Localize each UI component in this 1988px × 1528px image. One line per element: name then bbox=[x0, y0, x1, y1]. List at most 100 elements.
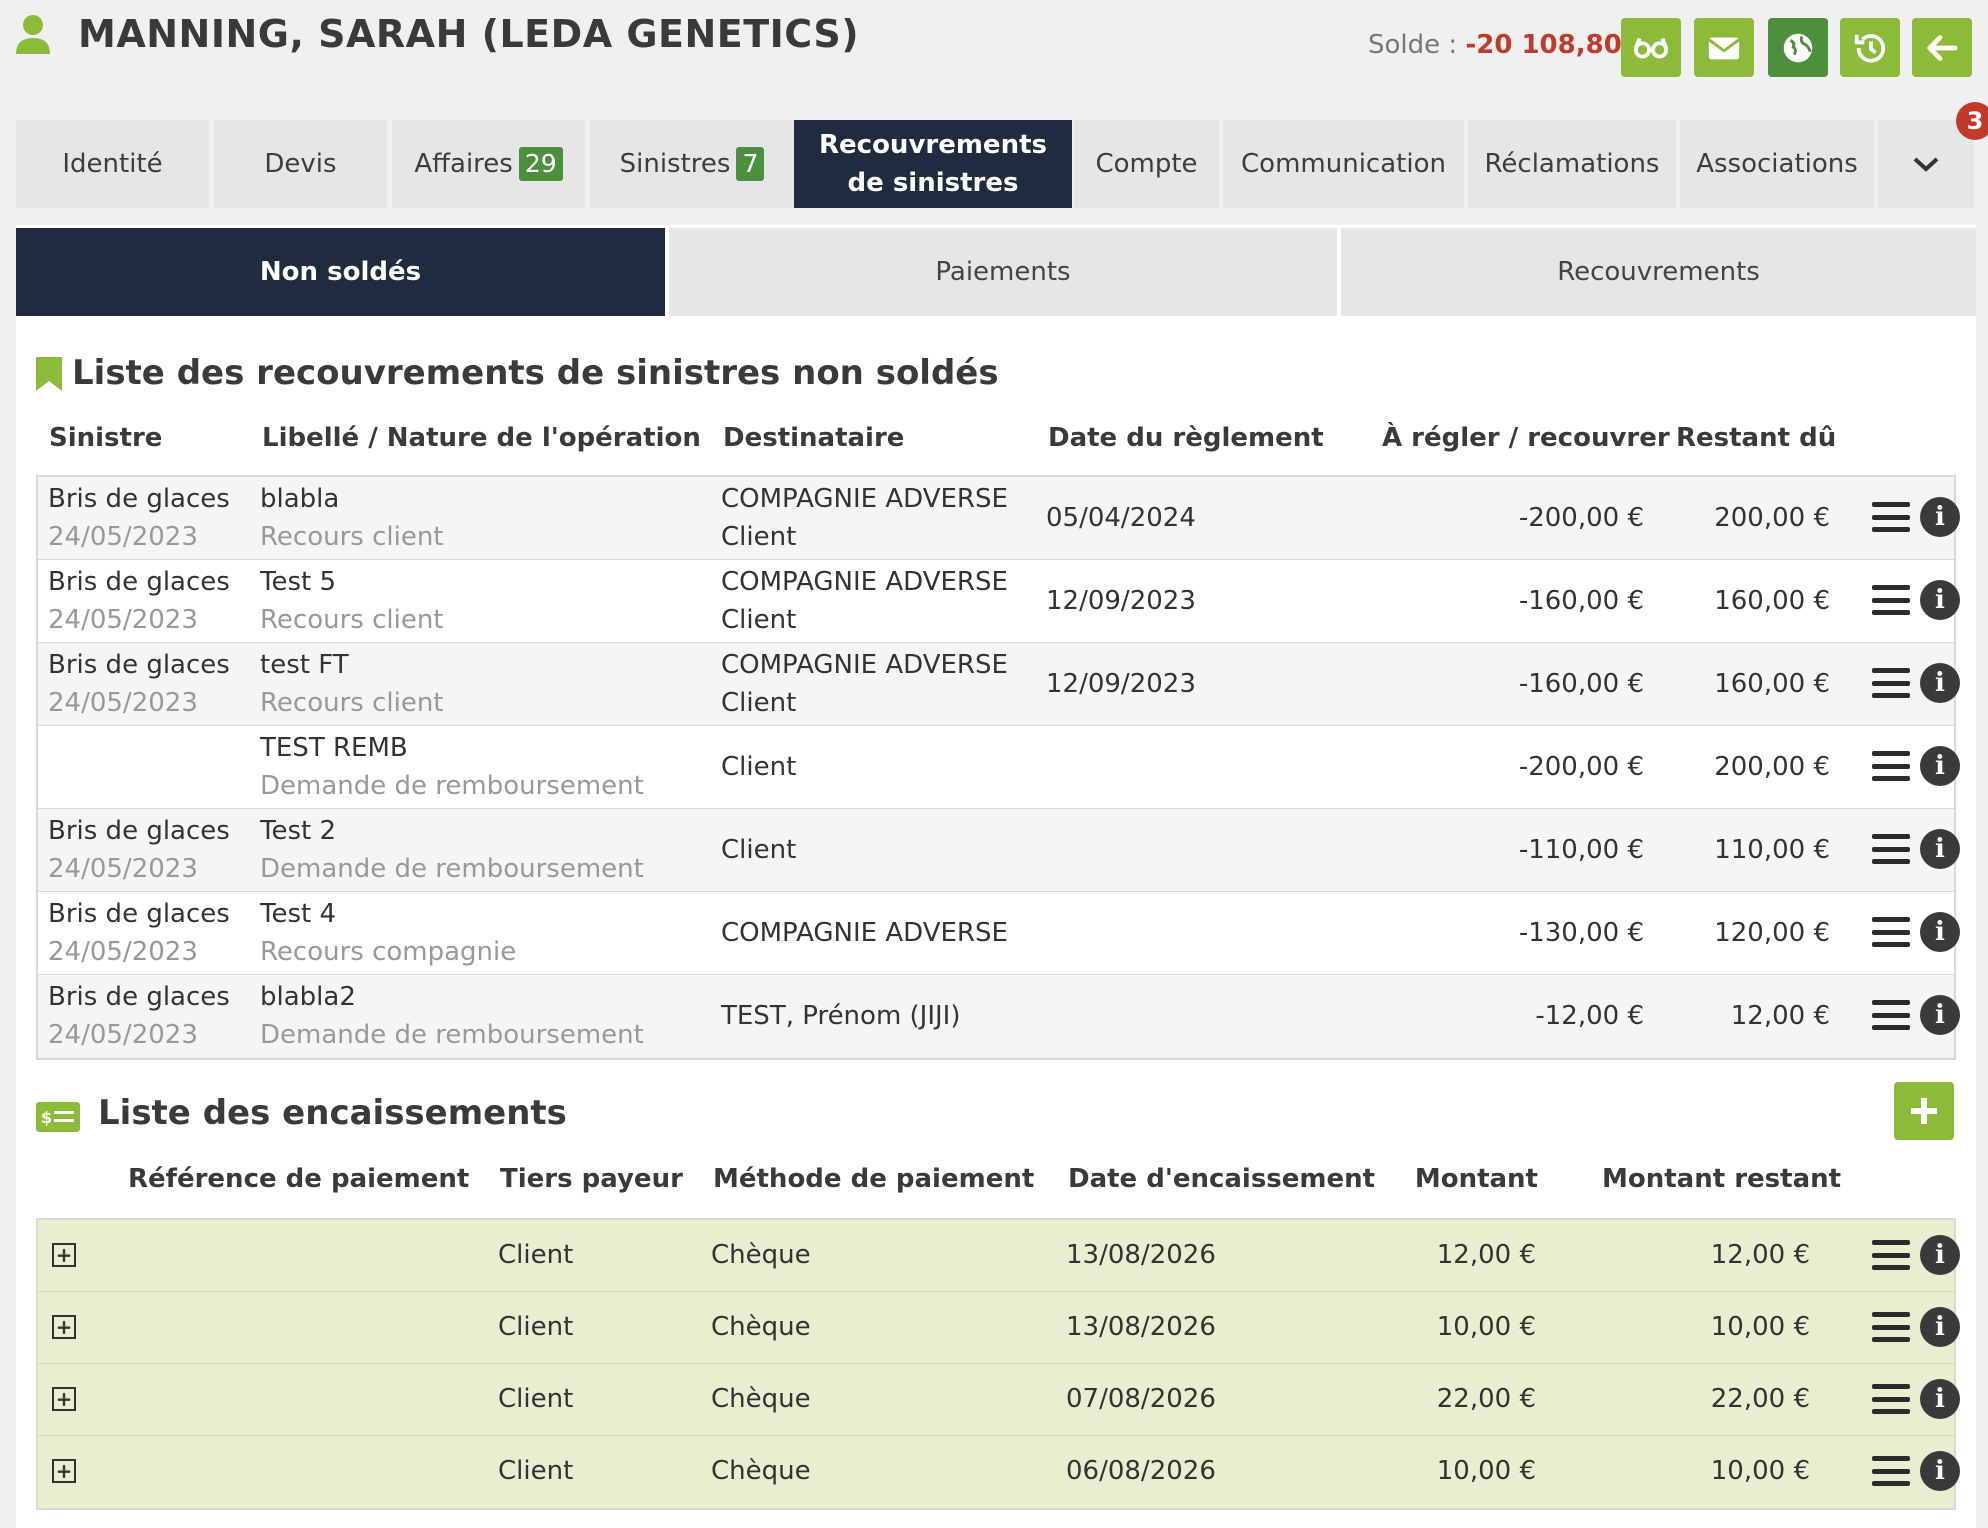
sinistre-cell: Bris de glaces 24/05/2023 bbox=[48, 480, 230, 556]
info-icon[interactable]: i bbox=[1920, 912, 1960, 952]
sinistre-type: Bris de glaces bbox=[48, 982, 230, 1012]
tab-label: Communication bbox=[1241, 149, 1446, 179]
history-button[interactable] bbox=[1840, 18, 1900, 77]
date-reglement: 12/09/2023 bbox=[1046, 669, 1196, 699]
subtab-paiements[interactable]: Paiements bbox=[669, 228, 1337, 316]
tab-communication[interactable]: Communication bbox=[1223, 120, 1464, 208]
glasses-button[interactable] bbox=[1621, 18, 1681, 77]
sinistre-cell: Bris de glaces 24/05/2023 bbox=[48, 978, 230, 1054]
date-encaissement: 13/08/2026 bbox=[1066, 1312, 1216, 1342]
info-icon[interactable]: i bbox=[1920, 1379, 1960, 1419]
expand-icon[interactable]: + bbox=[52, 1459, 76, 1483]
tab-label: Sinistres bbox=[619, 149, 731, 179]
column-header: Date du règlement bbox=[1048, 423, 1324, 453]
a-regler-amount: -160,00 € bbox=[1518, 669, 1644, 699]
tab-recouvrements-de-sinistres[interactable]: Recouvrements de sinistres bbox=[794, 120, 1072, 208]
tab-associations[interactable]: Associations bbox=[1680, 120, 1874, 208]
montant: 22,00 € bbox=[1436, 1384, 1536, 1414]
tab-compte[interactable]: Compte bbox=[1074, 120, 1219, 208]
tab-label-line2: de sinistres bbox=[847, 168, 1019, 198]
encaissements-section-title: Liste des encaissements bbox=[98, 1093, 567, 1133]
sinistre-date: 24/05/2023 bbox=[48, 854, 198, 884]
expand-icon[interactable]: + bbox=[52, 1243, 76, 1267]
menu-icon[interactable] bbox=[1872, 1456, 1910, 1486]
user-icon bbox=[16, 15, 50, 54]
expand-icon[interactable]: + bbox=[52, 1387, 76, 1411]
destinataire-cell: COMPAGNIE ADVERSE Client bbox=[721, 480, 1008, 556]
info-icon[interactable]: i bbox=[1920, 663, 1960, 703]
menu-icon[interactable] bbox=[1872, 585, 1910, 615]
tab-identite[interactable]: Identité bbox=[16, 120, 209, 208]
destinataire: Client bbox=[721, 835, 797, 865]
balance: Solde : -20 108,80 € bbox=[1368, 30, 1649, 60]
back-button[interactable] bbox=[1912, 18, 1972, 77]
subtab-non-soldes[interactable]: Non soldés bbox=[16, 228, 665, 316]
nature-operation: Recours client bbox=[260, 522, 444, 552]
destinataire-cell: Client bbox=[721, 748, 796, 786]
subtab-recouvrements[interactable]: Recouvrements bbox=[1341, 228, 1976, 316]
table-row: Bris de glaces 24/05/2023 Test 5 Recours cl… bbox=[38, 560, 1960, 643]
info-icon[interactable]: i bbox=[1920, 829, 1960, 869]
libelle: Test 4 bbox=[260, 899, 337, 929]
info-icon[interactable]: i bbox=[1920, 1451, 1960, 1491]
tiers-payeur: Client bbox=[498, 1384, 574, 1414]
sinistre-cell: Bris de glaces 24/05/2023 bbox=[48, 563, 230, 639]
mail-button[interactable] bbox=[1694, 18, 1754, 77]
restant-du-amount: 120,00 € bbox=[1714, 918, 1830, 948]
libelle: TEST REMB bbox=[260, 733, 408, 763]
info-icon[interactable]: i bbox=[1920, 995, 1960, 1035]
tiers-payeur: Client bbox=[498, 1456, 574, 1486]
menu-icon[interactable] bbox=[1872, 1000, 1910, 1030]
sinistre-type: Bris de glaces bbox=[48, 484, 230, 514]
menu-icon[interactable] bbox=[1872, 502, 1910, 532]
tab-reclamations[interactable]: Réclamations bbox=[1468, 120, 1676, 208]
menu-icon[interactable] bbox=[1872, 668, 1910, 698]
column-header: Destinataire bbox=[723, 423, 905, 453]
nature-operation: Demande de remboursement bbox=[260, 854, 644, 884]
encaissements-table: + Client Chèque 13/08/2026 12,00 € 12,00 € i + C… bbox=[36, 1218, 1960, 1510]
add-encaissement-button[interactable] bbox=[1894, 1082, 1954, 1140]
column-header: Tiers payeur bbox=[500, 1164, 683, 1194]
menu-icon[interactable] bbox=[1872, 1312, 1910, 1342]
row-actions: i bbox=[1872, 663, 1960, 703]
sinistre-type: Bris de glaces bbox=[48, 567, 230, 597]
sinistre-cell: Bris de glaces 24/05/2023 bbox=[48, 895, 230, 971]
destinataire-cell: COMPAGNIE ADVERSE Client bbox=[721, 563, 1008, 639]
column-header: Date d'encaissement bbox=[1068, 1164, 1376, 1194]
glasses-icon bbox=[1633, 37, 1669, 58]
menu-icon[interactable] bbox=[1872, 1384, 1910, 1414]
globe-icon bbox=[1783, 33, 1813, 62]
menu-icon[interactable] bbox=[1872, 751, 1910, 781]
info-icon[interactable]: i bbox=[1920, 580, 1960, 620]
menu-icon[interactable] bbox=[1872, 917, 1910, 947]
info-icon[interactable]: i bbox=[1920, 497, 1960, 537]
info-icon[interactable]: i bbox=[1920, 1307, 1960, 1347]
menu-icon[interactable] bbox=[1872, 834, 1910, 864]
row-actions: i bbox=[1872, 829, 1960, 869]
libelle: blabla2 bbox=[260, 982, 356, 1012]
sinistre-date: 24/05/2023 bbox=[48, 688, 198, 718]
destinataire-secondary: Client bbox=[721, 688, 797, 718]
menu-icon[interactable] bbox=[1872, 1240, 1910, 1270]
tab-affaires[interactable]: Affaires 29 bbox=[392, 120, 585, 208]
table-row: + Client Chèque 07/08/2026 22,00 € 22,00 € i bbox=[38, 1364, 1960, 1436]
row-actions: i bbox=[1872, 746, 1960, 786]
notification-badge: 3 bbox=[1956, 102, 1988, 140]
column-header: Montant bbox=[1414, 1164, 1538, 1194]
date-reglement: 05/04/2024 bbox=[1046, 503, 1196, 533]
globe-button[interactable] bbox=[1768, 18, 1828, 77]
methode-paiement: Chèque bbox=[711, 1240, 811, 1270]
libelle-cell: test FT Recours client bbox=[260, 646, 444, 722]
montant: 10,00 € bbox=[1436, 1312, 1536, 1342]
table-row: Bris de glaces 24/05/2023 test FT Recours c… bbox=[38, 643, 1960, 726]
destinataire-cell: Client bbox=[721, 831, 796, 869]
info-icon[interactable]: i bbox=[1920, 1235, 1960, 1275]
tab-devis[interactable]: Devis bbox=[214, 120, 387, 208]
column-header: Montant restant bbox=[1602, 1164, 1842, 1194]
restant-du-amount: 160,00 € bbox=[1714, 669, 1830, 699]
tab-sinistres[interactable]: Sinistres 7 bbox=[590, 120, 794, 208]
expand-icon[interactable]: + bbox=[52, 1315, 76, 1339]
column-header: Sinistre bbox=[49, 423, 163, 453]
info-icon[interactable]: i bbox=[1920, 746, 1960, 786]
sinistre-date: 24/05/2023 bbox=[48, 1020, 198, 1050]
